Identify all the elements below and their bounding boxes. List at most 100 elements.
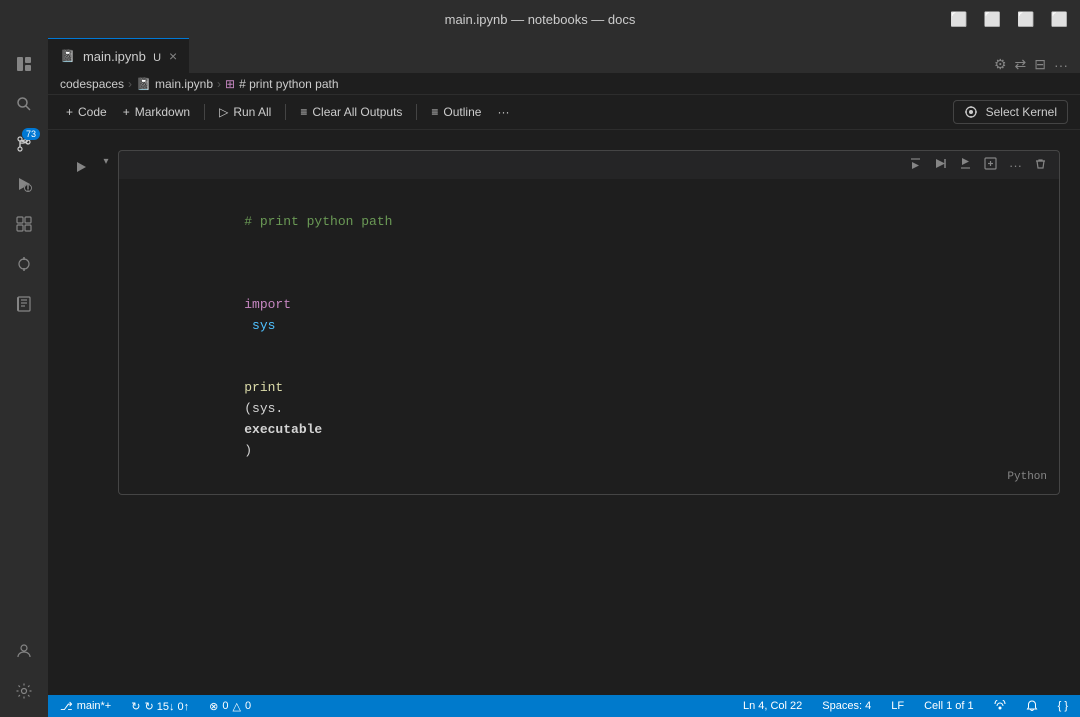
breadcrumb-cell-icon: ⊞ <box>225 77 235 91</box>
toolbar-divider-1 <box>204 104 205 120</box>
breadcrumb-cell[interactable]: # print python path <box>239 77 338 91</box>
add-markdown-button[interactable]: + Markdown <box>117 102 196 122</box>
titlebar-controls: ⬜ ⬜ ⬜ ⬜ <box>950 11 1068 28</box>
status-bar: ⎇ main*+ ↻ ↻ 15↓ 0↑ ⊗ 0 △ 0 Ln 4, Col 22… <box>48 695 1080 717</box>
window-title: main.ipynb — notebooks — docs <box>445 12 636 27</box>
more-icon: ··· <box>497 105 509 119</box>
warning-count: 0 <box>245 700 251 712</box>
sync-count: ↻ 15↓ 0↑ <box>144 700 189 713</box>
select-kernel-label: Select Kernel <box>986 105 1057 119</box>
cell-actions-bar: ··· <box>118 150 1060 179</box>
more-toolbar-button[interactable]: ··· <box>491 102 515 122</box>
layout-icon-1[interactable]: ⬜ <box>950 11 967 28</box>
bell-icon <box>1026 700 1038 712</box>
cell-expand-button[interactable]: ▾ <box>98 156 114 167</box>
warning-icon: △ <box>232 700 240 713</box>
cell-info-label: Cell 1 of 1 <box>924 700 974 712</box>
status-notifications[interactable] <box>1022 700 1042 712</box>
status-spaces[interactable]: Spaces: 4 <box>818 700 875 712</box>
main-layout: 73 <box>0 38 1080 717</box>
layout-icon-3[interactable]: ⬜ <box>1017 11 1034 28</box>
breadcrumb-filename[interactable]: main.ipynb <box>155 77 213 91</box>
branch-icon: ⎇ <box>60 700 73 713</box>
layout-icon-4[interactable]: ⬜ <box>1051 11 1068 28</box>
settings-icon[interactable]: ⚙ <box>994 56 1007 73</box>
activity-bar: 73 <box>0 38 48 717</box>
encoding-label: LF <box>891 700 904 712</box>
sidebar-item-source-control[interactable]: 73 <box>6 126 42 162</box>
error-count: 0 <box>222 700 228 712</box>
sidebar-item-run-debug[interactable] <box>6 166 42 202</box>
code-line-4: print (sys. executable ) <box>135 357 1043 482</box>
git-compare-icon[interactable]: ⇄ <box>1015 56 1027 73</box>
outline-icon: ≡ <box>431 105 438 119</box>
notebook-toolbar: + Code + Markdown ▷ Run All ≡ Clear All … <box>48 95 1080 130</box>
cell-wrapper: ··· # print python path <box>118 150 1060 495</box>
sync-icon: ↻ <box>131 700 140 713</box>
run-cell-button[interactable] <box>930 155 951 175</box>
add-cell-above-button[interactable] <box>980 155 1001 175</box>
code-line-3: import sys <box>135 274 1043 357</box>
sidebar-item-settings[interactable] <box>6 673 42 709</box>
branch-name: main*+ <box>77 700 112 712</box>
status-cell-info[interactable]: Cell 1 of 1 <box>920 700 978 712</box>
activity-bar-bottom <box>6 633 42 717</box>
notebook-content[interactable]: ▾ <box>48 130 1080 695</box>
error-icon: ⊗ <box>209 700 218 713</box>
delete-cell-button[interactable] <box>1030 155 1051 175</box>
code-line-2 <box>135 253 1043 274</box>
sidebar-item-explorer[interactable] <box>6 46 42 82</box>
language-label: Python <box>1007 469 1047 487</box>
kernel-icon <box>964 105 978 119</box>
sidebar-item-account[interactable] <box>6 633 42 669</box>
select-kernel-button[interactable]: Select Kernel <box>953 100 1068 124</box>
run-above-cells-button[interactable] <box>905 155 926 175</box>
tab-file-icon: 📓 <box>60 49 75 63</box>
plus-icon-code: + <box>66 105 73 119</box>
status-encoding[interactable]: LF <box>887 700 908 712</box>
breadcrumb: codespaces › 📓 main.ipynb › ⊞ # print py… <box>48 73 1080 95</box>
status-broadcast[interactable] <box>990 700 1010 712</box>
tab-filename: main.ipynb U <box>83 49 161 64</box>
status-cursor[interactable]: Ln 4, Col 22 <box>739 700 806 712</box>
code-cell-editor[interactable]: # print python path import sys print (sy… <box>118 179 1060 495</box>
tab-main-ipynb[interactable]: 📓 main.ipynb U × <box>48 38 189 73</box>
sidebar-item-search[interactable] <box>6 86 42 122</box>
cursor-position: Ln 4, Col 22 <box>743 700 802 712</box>
status-branch[interactable]: ⎇ main*+ <box>56 700 115 713</box>
tab-close-button[interactable]: × <box>169 49 177 63</box>
spaces-label: Spaces: 4 <box>822 700 871 712</box>
status-sync[interactable]: ↻ ↻ 15↓ 0↑ <box>127 700 193 713</box>
clear-icon: ≡ <box>300 105 307 119</box>
run-all-button[interactable]: ▷ Run All <box>213 102 277 122</box>
outline-button[interactable]: ≡ Outline <box>425 102 487 122</box>
brackets-icon: { } <box>1058 700 1068 712</box>
cell-more-actions-button[interactable]: ··· <box>1005 156 1026 175</box>
breadcrumb-file-icon: 📓 <box>136 77 151 91</box>
breadcrumb-codespaces[interactable]: codespaces <box>60 77 124 91</box>
add-code-button[interactable]: + Code <box>60 102 113 122</box>
code-line-1: # print python path <box>135 191 1043 253</box>
tab-bar: 📓 main.ipynb U × ⚙ ⇄ ⊟ ··· <box>48 38 1080 73</box>
sidebar-item-extensions[interactable] <box>6 206 42 242</box>
cell-run-button[interactable] <box>68 154 94 180</box>
layout-icon-2[interactable]: ⬜ <box>984 11 1001 28</box>
cell-container: ▾ <box>48 150 1080 495</box>
sidebar-item-notebook[interactable] <box>6 286 42 322</box>
source-control-badge: 73 <box>22 128 40 140</box>
status-errors[interactable]: ⊗ 0 △ 0 <box>205 700 255 713</box>
toolbar-divider-2 <box>285 104 286 120</box>
status-brackets[interactable]: { } <box>1054 700 1072 712</box>
plus-icon-markdown: + <box>123 105 130 119</box>
run-all-icon: ▷ <box>219 105 228 119</box>
titlebar: main.ipynb — notebooks — docs ⬜ ⬜ ⬜ ⬜ <box>0 0 1080 38</box>
toolbar-divider-3 <box>416 104 417 120</box>
run-below-cells-button[interactable] <box>955 155 976 175</box>
broadcast-icon <box>994 700 1006 712</box>
more-actions-icon[interactable]: ··· <box>1054 57 1068 73</box>
tab-modified-indicator: U <box>153 52 161 64</box>
editor-area: 📓 main.ipynb U × ⚙ ⇄ ⊟ ··· codespaces › … <box>48 38 1080 717</box>
layout-split-icon[interactable]: ⊟ <box>1034 56 1046 73</box>
sidebar-item-jupyter[interactable] <box>6 246 42 282</box>
clear-outputs-button[interactable]: ≡ Clear All Outputs <box>294 102 408 122</box>
